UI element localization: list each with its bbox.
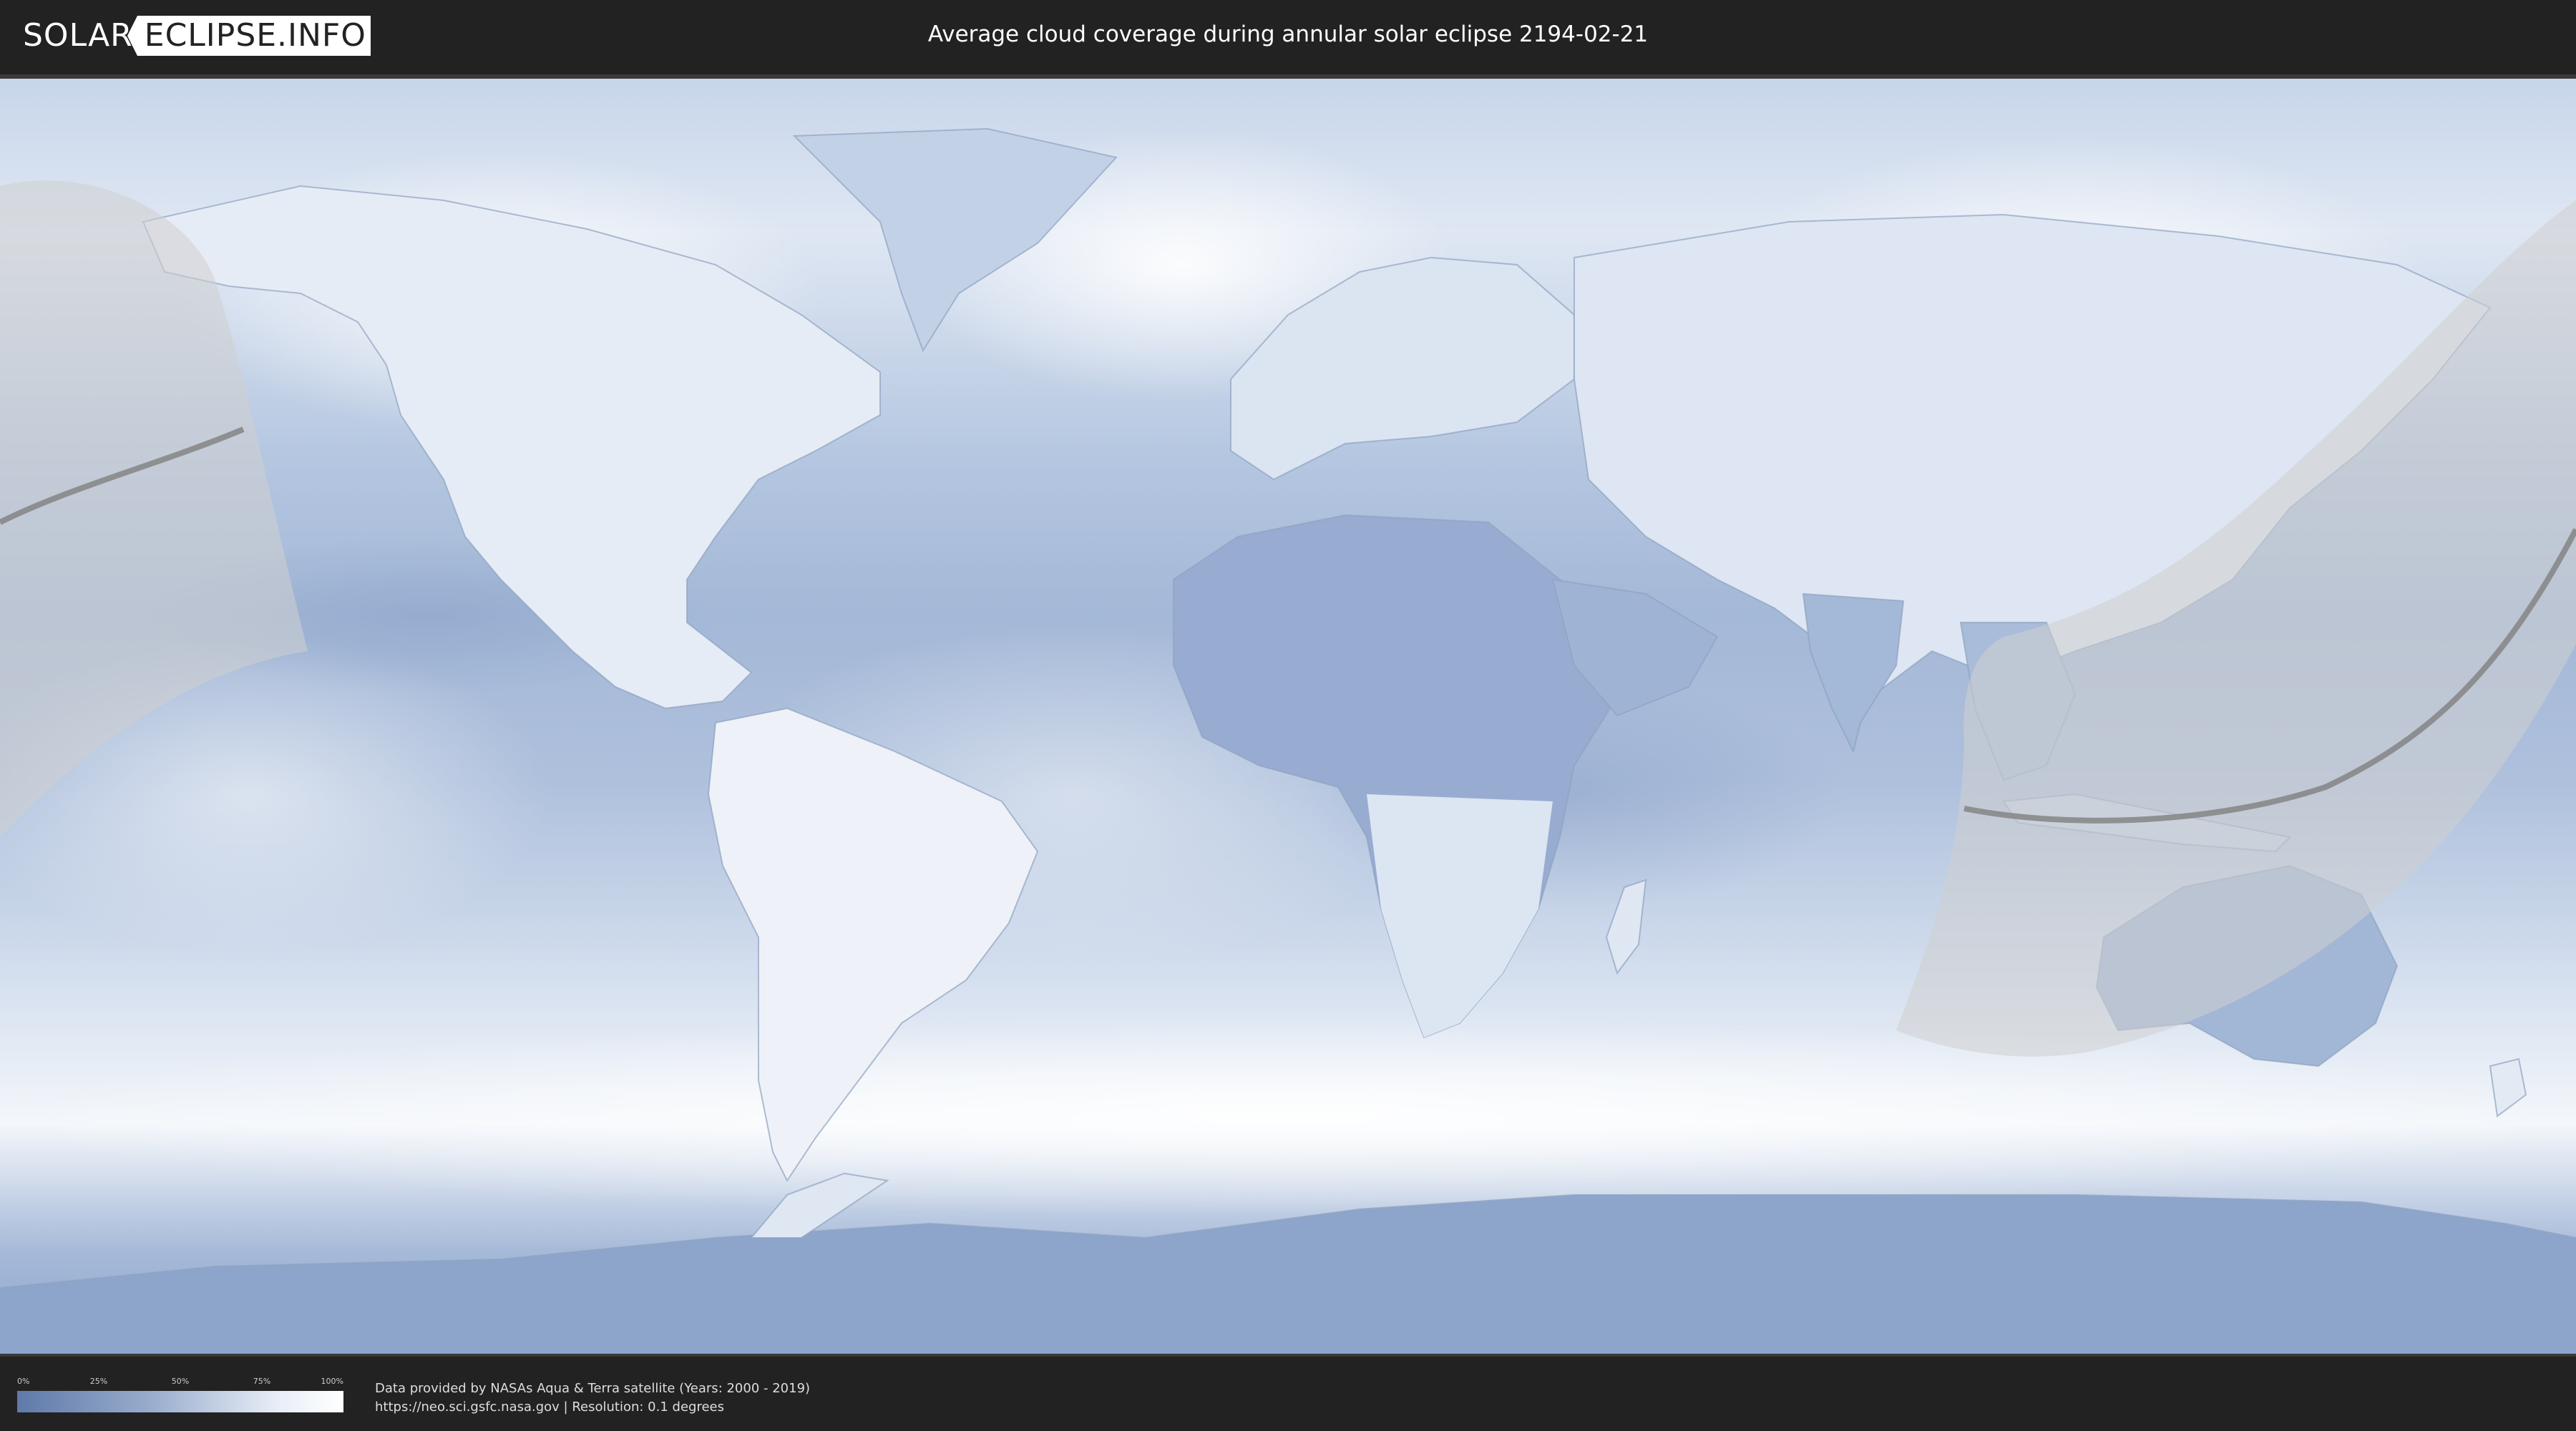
cloud-coverage-legend-bar — [17, 1391, 343, 1412]
cloud-coverage-map — [0, 79, 2576, 1354]
legend-tick-100: 100% — [321, 1377, 343, 1386]
legend-tick-75: 75% — [253, 1377, 271, 1386]
header-bar: SOLAR ECLIPSE.INFO Average cloud coverag… — [0, 0, 2576, 72]
legend-tick-50: 50% — [171, 1377, 190, 1386]
credits-line-url[interactable]: https://neo.sci.gsfc.nasa.gov | Resoluti… — [375, 1398, 810, 1417]
data-credits: Data provided by NASAs Aqua & Terra sate… — [375, 1379, 810, 1417]
legend-ticks: 0% 25% 50% 75% 100% — [17, 1377, 343, 1387]
legend-tick-0: 0% — [17, 1377, 30, 1386]
credits-line-source: Data provided by NASAs Aqua & Terra sate… — [375, 1381, 811, 1396]
legend-tick-25: 25% — [89, 1377, 108, 1386]
page-title: Average cloud coverage during annular so… — [927, 21, 1649, 47]
